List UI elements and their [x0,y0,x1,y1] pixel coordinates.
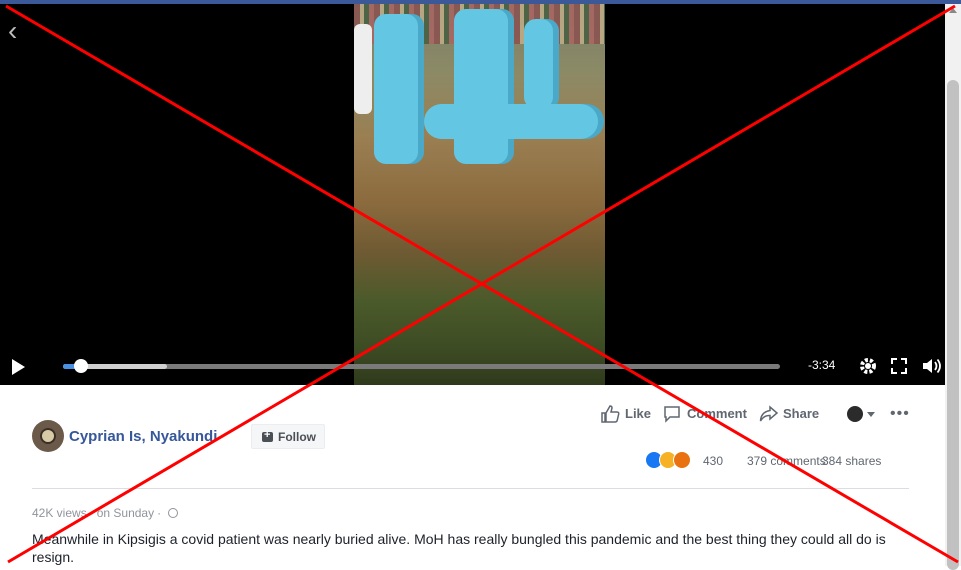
comments-count[interactable]: 379 comments [747,454,826,468]
share-arrow-icon [759,405,779,422]
page-scrollbar[interactable] [945,4,961,570]
fullscreen-icon[interactable] [891,358,907,374]
follow-label: Follow [278,430,316,444]
viewer-avatar[interactable] [847,406,863,422]
scroll-up-arrow-icon[interactable] [949,8,957,13]
post-caption: Meanwhile in Kipsigis a covid patient wa… [32,531,886,565]
ppe-figure [374,14,424,164]
comment-label: Comment [687,406,747,421]
progress-thumb[interactable] [73,359,88,373]
author-avatar[interactable] [32,420,64,452]
back-arrow-icon[interactable]: ‹ [8,17,28,45]
post-meta: 42K views · on Sunday · [32,506,179,520]
like-thumb-icon [601,405,620,423]
share-label: Share [783,406,820,421]
time-remaining: -3:34 [808,358,836,372]
chevron-down-icon[interactable] [867,412,875,417]
video-controls: -3:34 [0,349,945,385]
ppe-figure [524,19,559,109]
ppe-figure [454,9,514,164]
comment-bubble-icon [664,406,680,423]
more-dots-icon[interactable]: ••• [890,405,910,423]
reaction-count[interactable]: 430 [703,454,723,468]
follow-button[interactable]: Follow [251,424,325,449]
scroll-thumb[interactable] [947,80,959,570]
like-label: Like [625,406,652,421]
settings-gear-icon[interactable] [858,356,878,380]
angry-reaction-icon [673,451,691,469]
author-name[interactable]: Cyprian Is, Nyakundi [69,428,217,445]
progress-bar[interactable] [63,359,780,373]
divider [32,488,909,489]
play-icon[interactable] [12,359,25,375]
globe-icon [168,508,179,518]
view-count: 42K views [32,506,87,520]
video-frame [354,4,605,385]
meta-separator: · [89,506,94,520]
follow-plus-icon [262,429,273,442]
shares-count[interactable]: 384 shares [822,454,881,468]
video-player[interactable]: ‹ -3:34 [0,4,945,385]
volume-icon[interactable] [921,356,943,380]
meta-separator: · [157,506,162,520]
ppe-body-on-ground [424,104,604,139]
post-timestamp[interactable]: on Sunday [97,506,154,520]
white-coat-figure [354,24,372,114]
